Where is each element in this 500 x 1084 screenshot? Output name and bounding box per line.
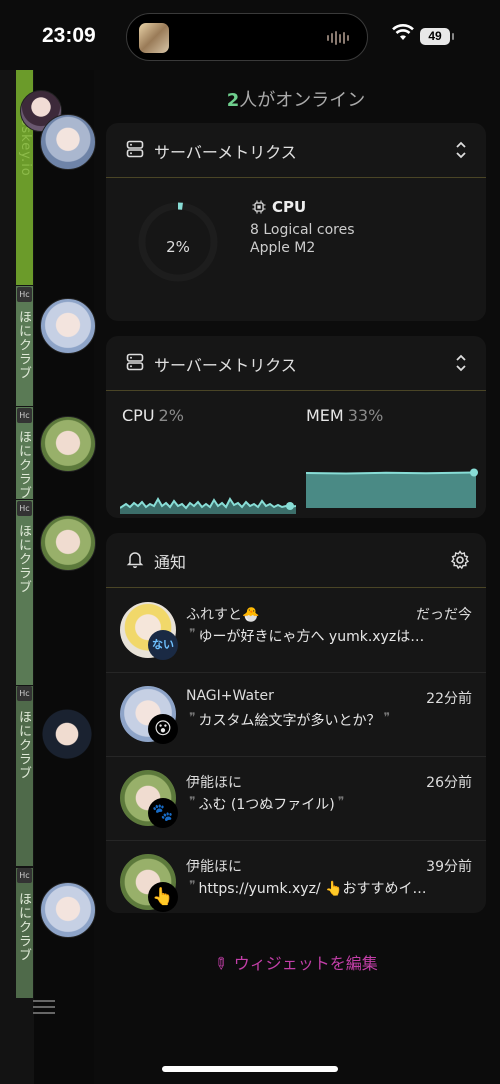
mem-sparkline (306, 468, 478, 508)
account-label: isskey.io (18, 114, 33, 177)
bell-icon (126, 552, 144, 568)
server-metrics-widget: サーバーメトリクス CPU 2% MEM 33% (106, 336, 486, 518)
audio-waveform-icon (327, 31, 353, 45)
server-metrics-widget: サーバーメトリクス 2% CPU 8 Logical cores Apple M… (106, 123, 486, 321)
notification-user: NAGI+Water (186, 688, 274, 704)
mem-metric: MEM 33% (306, 406, 383, 425)
cpu-percent: 2% (166, 238, 190, 256)
notification-item[interactable]: 👆 伊能ほに 39分前 ❞ https://yumk.xyz/ 👆おすすめイ… (106, 840, 486, 913)
widget-title: サーバーメトリクス (154, 356, 297, 375)
clock: 23:09 (42, 24, 96, 47)
reaction-badge: 🐾 (148, 798, 178, 828)
online-label: 人がオンライン (239, 90, 366, 111)
widget-header[interactable]: 通知 (106, 533, 486, 588)
hamburger-icon[interactable] (33, 996, 55, 1018)
widget-title: 通知 (154, 553, 187, 572)
hc-badge: Hc (17, 287, 32, 302)
notification-item[interactable]: 🐾 伊能ほに 26分前 ❞ ふむ (1つぬファイル) ❞ (106, 756, 486, 841)
avatar[interactable] (40, 882, 96, 938)
mem-label: MEM (306, 406, 344, 425)
cpu-percent: 2% (158, 406, 184, 425)
status-bar: 23:09 49 (0, 0, 500, 70)
avatar[interactable] (40, 416, 96, 472)
notification-item[interactable]: 😮 NAGI+Water 22分前 ❞ カスタム絵文字が多いとか？ ❞ (106, 672, 486, 757)
notification-list: ない ふれすと🐣 だっだ今 ❞ ゆーが好きにゃ方へ yumk.xyzは… 😮 NA… (106, 588, 486, 913)
avatar[interactable] (40, 114, 96, 170)
mem-percent: 33% (347, 406, 384, 425)
notification-user: 伊能ほに (186, 859, 242, 875)
notification-text: ❞ カスタム絵文字が多いとか？ ❞ (189, 710, 390, 729)
cpu-label: CPU (122, 406, 155, 425)
column-label: ほにクラブ (16, 524, 31, 594)
reaction-badge: ない (148, 630, 178, 660)
notification-time: 26分前 (426, 775, 472, 791)
dynamic-island[interactable] (126, 13, 368, 61)
hc-badge: Hc (17, 868, 32, 883)
now-playing-artwork (139, 23, 169, 53)
hc-badge: Hc (17, 501, 32, 516)
cpu-metric: CPU 2% (122, 406, 184, 425)
notification-time: 22分前 (426, 691, 472, 707)
notification-time: 39分前 (426, 859, 472, 875)
column-label: ほにクラブ (16, 430, 31, 500)
reaction-badge: 👆 (148, 882, 178, 912)
online-count: 2人がオンライン (106, 86, 486, 112)
server-icon (126, 353, 144, 371)
notification-text-content: カスタム絵文字が多いとか？ (198, 713, 381, 729)
cpu-sparkline (120, 496, 296, 514)
gear-icon[interactable] (450, 550, 470, 570)
reaction-badge: 😮 (148, 714, 178, 744)
chevron-up-down-icon[interactable] (454, 353, 468, 373)
edit-widgets-label: ウィジェットを編集 (233, 954, 378, 973)
notification-text: ❞ ゆーが好きにゃ方へ yumk.xyzは… (189, 626, 425, 645)
cpu-title: CPU (272, 198, 307, 216)
avatar[interactable] (40, 706, 94, 760)
widget-header[interactable]: サーバーメトリクス (106, 123, 486, 178)
notification-text-content: ゆーが好きにゃ方へ yumk.xyzは… (198, 629, 425, 645)
wifi-icon (392, 24, 414, 40)
column-label: ほにクラブ (16, 892, 31, 962)
avatar[interactable] (40, 515, 96, 571)
column-avatars (20, 70, 96, 1084)
notification-text: ❞ ふむ (1つぬファイル) ❞ (189, 794, 345, 813)
edit-widgets-button[interactable]: ✎ウィジェットを編集 (106, 950, 486, 975)
notifications-widget: 通知 ない ふれすと🐣 だっだ今 ❞ ゆーが好きにゃ方へ yumk.xyzは… 😮… (106, 533, 486, 913)
hc-badge: Hc (17, 408, 32, 423)
column-label: ほにクラブ (16, 710, 31, 780)
notification-text-content: https://yumk.xyz/ 👆おすすめイ… (198, 881, 427, 897)
notification-text-content: ふむ (1つぬファイル) (198, 797, 335, 813)
hc-badge: Hc (17, 686, 32, 701)
battery-indicator: 49 (420, 28, 454, 45)
cpu-icon (252, 200, 266, 214)
notification-user: ふれすと🐣 (186, 607, 260, 623)
avatar[interactable] (40, 298, 96, 354)
server-icon (126, 140, 144, 158)
notification-item[interactable]: ない ふれすと🐣 だっだ今 ❞ ゆーが好きにゃ方へ yumk.xyzは… (106, 588, 486, 673)
chevron-up-down-icon[interactable] (454, 140, 468, 160)
notification-user: 伊能ほに (186, 775, 242, 791)
notification-text: ❞ https://yumk.xyz/ 👆おすすめイ… (189, 878, 427, 897)
deck-sidebar: isskey.io Hc ほにクラブ Hc ほにクラブ Hc ほにクラブ Hc … (0, 70, 34, 1084)
column-label: ほにクラブ (16, 310, 31, 380)
home-indicator[interactable] (162, 1066, 338, 1072)
widget-header[interactable]: サーバーメトリクス (106, 336, 486, 391)
pencil-icon: ✎ (209, 952, 233, 975)
notification-time: だっだ今 (416, 607, 472, 623)
cpu-cores: 8 Logical cores (250, 222, 355, 238)
cpu-model: Apple M2 (250, 240, 316, 256)
online-number: 2 (226, 90, 240, 111)
widget-title: サーバーメトリクス (154, 143, 297, 162)
